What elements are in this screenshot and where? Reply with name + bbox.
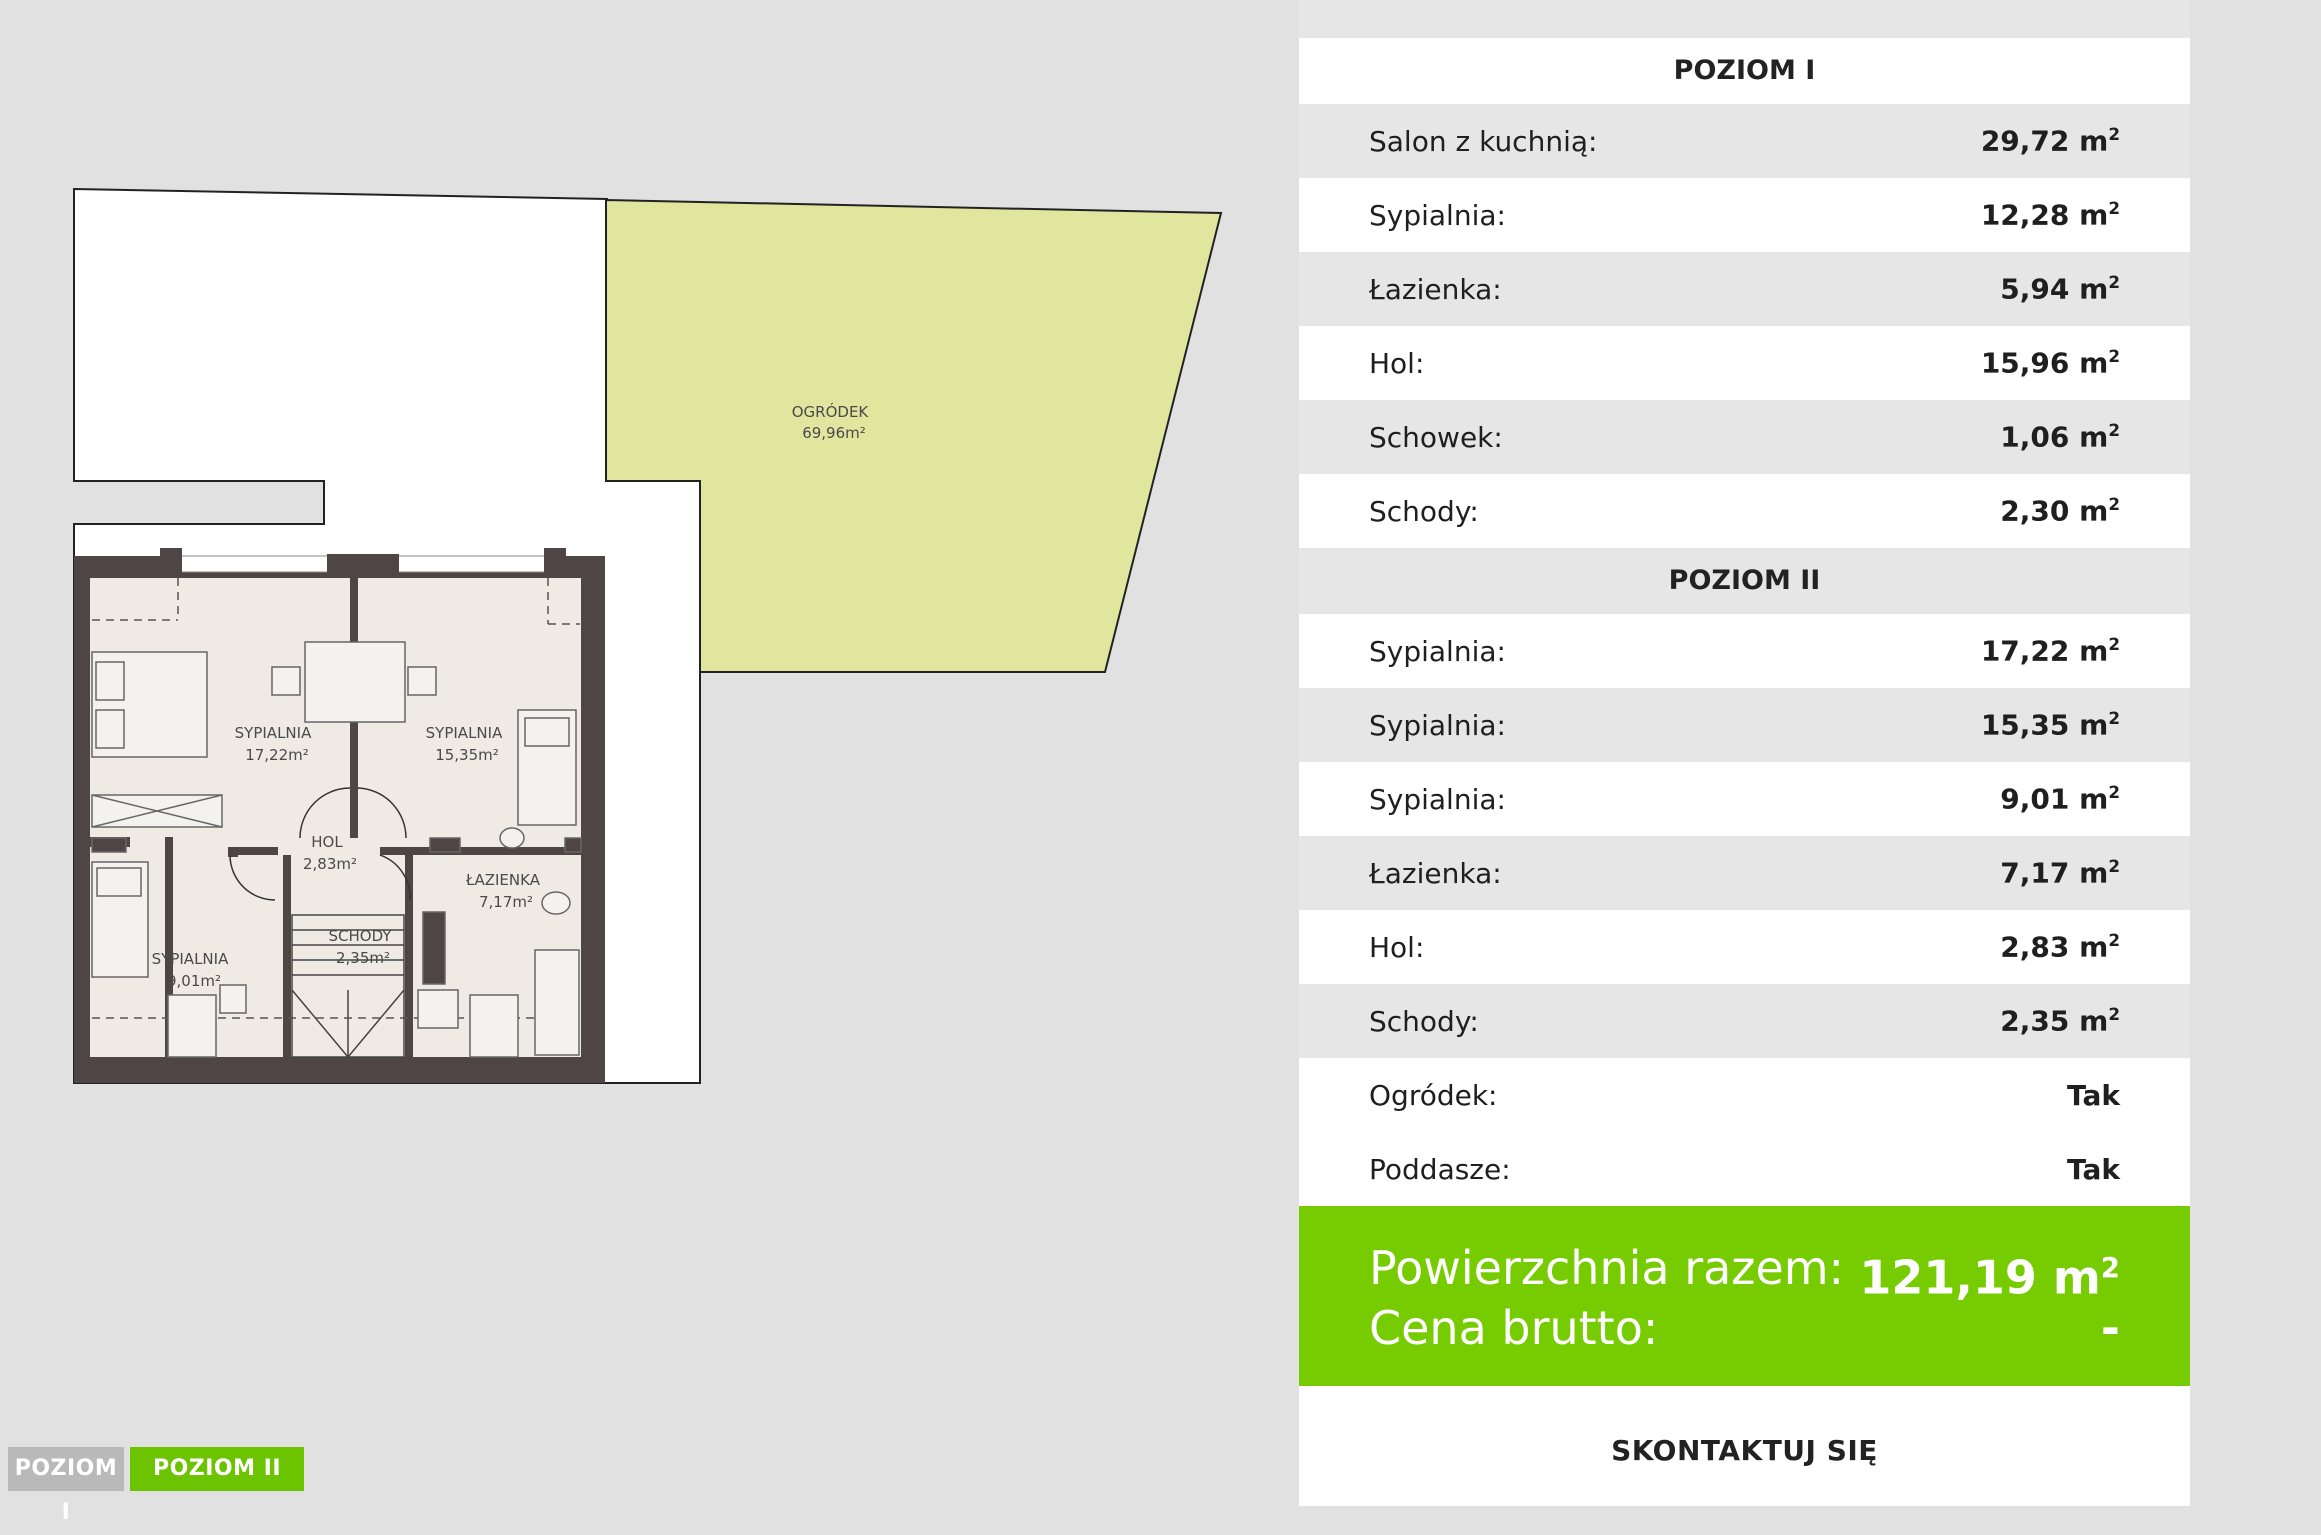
spec-row: Salon z kuchnią: 29,72 m2 bbox=[1299, 104, 2190, 178]
spec-row: Schody: 2,30 m2 bbox=[1299, 474, 2190, 548]
spec-value: 15,96 m2 bbox=[1980, 346, 2120, 380]
spec-value: 9,01 m2 bbox=[2000, 782, 2120, 816]
spec-label: Salon z kuchnią: bbox=[1369, 124, 1598, 158]
floor-plan-drawing: OGRÓDEK 69,96m² SYPIALNIA 17,22m² SYPIAL… bbox=[73, 187, 1223, 1084]
tab-level-1[interactable]: POZIOM I bbox=[8, 1447, 124, 1525]
spec-label: Sypialnia: bbox=[1369, 782, 1506, 816]
garden-label: OGRÓDEK bbox=[792, 402, 870, 421]
price-value: - bbox=[2100, 1301, 2120, 1355]
room-area: 2,35m² bbox=[336, 949, 390, 967]
contact-button[interactable]: SKONTAKTUJ SIĘ bbox=[1299, 1386, 2190, 1516]
garden-area-label: 69,96m² bbox=[802, 424, 866, 442]
room-label: SYPIALNIA bbox=[426, 724, 503, 742]
room-area: 9,01m² bbox=[167, 972, 221, 990]
room-area: 7,17m² bbox=[479, 893, 533, 911]
spec-row: Schody: 2,35 m2 bbox=[1299, 984, 2190, 1058]
spec-label: Sypialnia: bbox=[1369, 634, 1506, 668]
spec-label: Poddasze: bbox=[1369, 1152, 1511, 1186]
level-1-heading: POZIOM I bbox=[1299, 38, 2190, 104]
spec-label: Schody: bbox=[1369, 1004, 1479, 1038]
table bbox=[304, 641, 406, 723]
room-area: 2,83m² bbox=[303, 855, 357, 873]
spec-value: 15,35 m2 bbox=[1980, 708, 2120, 742]
wall-pillar bbox=[160, 548, 182, 576]
spec-row: Sypialnia: 9,01 m2 bbox=[1299, 762, 2190, 836]
level-2-heading: POZIOM II bbox=[1299, 548, 2190, 614]
spec-value: 17,22 m2 bbox=[1980, 634, 2120, 668]
spec-row: Sypialnia: 15,35 m2 bbox=[1299, 688, 2190, 762]
spec-row: Schowek: 1,06 m2 bbox=[1299, 400, 2190, 474]
room-label: HOL bbox=[311, 833, 343, 851]
room-label: ŁAZIENKA bbox=[465, 871, 541, 889]
spec-row: Poddasze: Tak bbox=[1299, 1132, 2190, 1206]
spec-value: 2,83 m2 bbox=[2000, 930, 2120, 964]
spec-value: 7,17 m2 bbox=[2000, 856, 2120, 890]
level-tabs: POZIOM I POZIOM II bbox=[8, 1447, 304, 1525]
spec-row: Łazienka: 5,94 m2 bbox=[1299, 252, 2190, 326]
spec-label: Schody: bbox=[1369, 494, 1479, 528]
price-label: Cena brutto: bbox=[1369, 1301, 1659, 1355]
spec-value: 12,28 m2 bbox=[1980, 198, 2120, 232]
spec-row: Sypialnia: 12,28 m2 bbox=[1299, 178, 2190, 252]
spec-row: Sypialnia: 17,22 m2 bbox=[1299, 614, 2190, 688]
spec-value: 2,35 m2 bbox=[2000, 1004, 2120, 1038]
spec-value: 2,30 m2 bbox=[2000, 494, 2120, 528]
level-1-rows: Salon z kuchnią: 29,72 m2 Sypialnia: 12,28 … bbox=[1299, 104, 2190, 548]
room-label: SYPIALNIA bbox=[152, 950, 229, 968]
toilet bbox=[541, 891, 571, 915]
spec-value: 5,94 m2 bbox=[2000, 272, 2120, 306]
total-area-line: Powierzchnia razem: 121,19 m2 bbox=[1369, 1238, 2120, 1305]
panel-top-bar bbox=[1299, 0, 2190, 38]
spec-label: Hol: bbox=[1369, 346, 1425, 380]
room-label: SCHODY bbox=[329, 927, 393, 945]
total-area-value: 121,19 m2 bbox=[1859, 1250, 2120, 1305]
specs-panel: POZIOM I Salon z kuchnią: 29,72 m2 Sypialn… bbox=[1299, 0, 2190, 1506]
spec-label: Sypialnia: bbox=[1369, 708, 1506, 742]
spec-value: 1,06 m2 bbox=[2000, 420, 2120, 454]
room-area: 15,35m² bbox=[435, 746, 499, 764]
spec-row: Hol: 2,83 m2 bbox=[1299, 910, 2190, 984]
spec-value: Tak bbox=[2066, 1152, 2120, 1186]
spec-label: Sypialnia: bbox=[1369, 198, 1506, 232]
radiator bbox=[422, 911, 446, 985]
wall-pillar bbox=[544, 548, 566, 576]
tab-level-2[interactable]: POZIOM II bbox=[130, 1447, 304, 1491]
spec-label: Łazienka: bbox=[1369, 856, 1502, 890]
spec-label: Łazienka: bbox=[1369, 272, 1502, 306]
room-area: 17,22m² bbox=[245, 746, 309, 764]
sink bbox=[499, 827, 525, 849]
spec-row: Hol: 15,96 m2 bbox=[1299, 326, 2190, 400]
spec-row: Ogródek: Tak bbox=[1299, 1058, 2190, 1132]
spec-value: 29,72 m2 bbox=[1980, 124, 2120, 158]
room-label: SYPIALNIA bbox=[235, 724, 312, 742]
floor-plan: OGRÓDEK 69,96m² SYPIALNIA 17,22m² SYPIAL… bbox=[0, 0, 1290, 1400]
total-area-label: Powierzchnia razem: bbox=[1369, 1241, 1845, 1295]
spec-label: Hol: bbox=[1369, 930, 1425, 964]
spec-value: Tak bbox=[2066, 1078, 2120, 1112]
price-line: Cena brutto: - bbox=[1369, 1298, 2120, 1358]
extras-rows: Ogródek: Tak Poddasze: Tak bbox=[1299, 1058, 2190, 1206]
bathtub bbox=[534, 949, 580, 1056]
wall-pillar bbox=[327, 554, 399, 578]
spec-label: Ogródek: bbox=[1369, 1078, 1498, 1112]
spec-label: Schowek: bbox=[1369, 420, 1503, 454]
total-summary: Powierzchnia razem: 121,19 m2 Cena brutt… bbox=[1299, 1206, 2190, 1386]
level-2-rows: Sypialnia: 17,22 m2 Sypialnia: 15,35 m2 Sypi… bbox=[1299, 614, 2190, 1058]
spec-row: Łazienka: 7,17 m2 bbox=[1299, 836, 2190, 910]
